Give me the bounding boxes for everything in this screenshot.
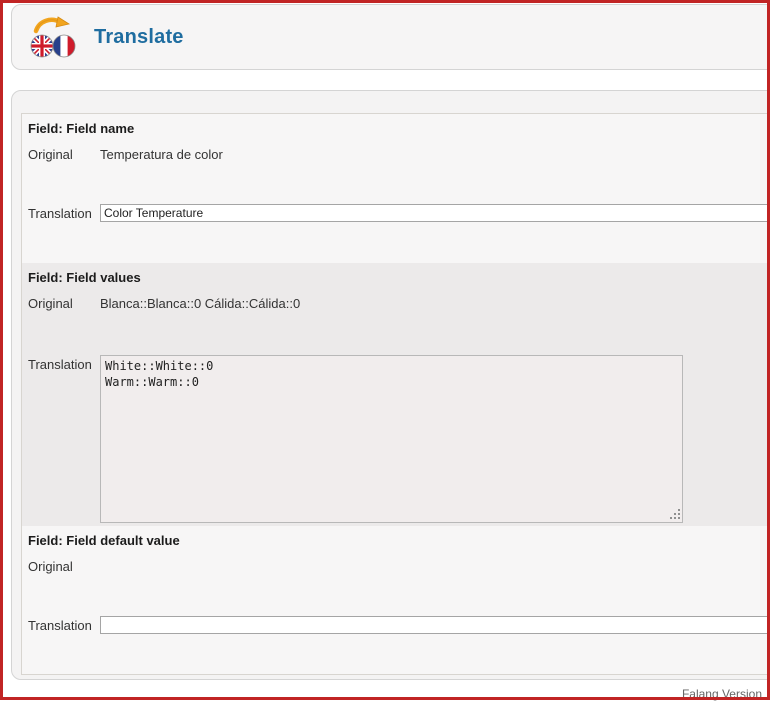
translate-flags-icon <box>29 16 77 60</box>
original-row: Original <box>28 557 770 616</box>
translation-row: Translation <box>28 616 770 634</box>
original-label: Original <box>28 557 100 574</box>
section-heading: Field: Field values <box>28 270 770 285</box>
original-row: Original Temperatura de color <box>28 145 770 204</box>
translation-label: Translation <box>28 616 100 633</box>
original-label: Original <box>28 145 100 162</box>
header-panel: Translate <box>11 4 770 70</box>
translation-fieldset: Field: Field name Original Temperatura d… <box>21 113 770 675</box>
field-values-translation-textarea[interactable]: White::White::0 Warm::Warm::0 <box>100 355 683 523</box>
translation-label: Translation <box>28 355 100 372</box>
translation-row: Translation White::White::0 Warm::Warm::… <box>28 355 770 523</box>
section-field-default-value: Field: Field default value Original Tran… <box>22 526 770 674</box>
field-default-value-translation-input[interactable] <box>100 616 770 634</box>
field-name-translation-input[interactable] <box>100 204 770 222</box>
original-row: Original Blanca::Blanca::0 Cálida::Cálid… <box>28 294 770 355</box>
translation-form-panel: Field: Field name Original Temperatura d… <box>11 90 770 680</box>
page-title: Translate <box>94 26 184 49</box>
translation-row: Translation <box>28 204 770 222</box>
original-value: Temperatura de color <box>100 145 223 162</box>
original-label: Original <box>28 294 100 311</box>
original-value: Blanca::Blanca::0 Cálida::Cálida::0 <box>100 294 300 311</box>
section-field-name: Field: Field name Original Temperatura d… <box>22 114 770 263</box>
section-heading: Field: Field default value <box>28 533 770 548</box>
section-field-values: Field: Field values Original Blanca::Bla… <box>22 263 770 526</box>
section-heading: Field: Field name <box>28 121 770 136</box>
textarea-wrap: White::White::0 Warm::Warm::0 <box>100 355 683 523</box>
translation-label: Translation <box>28 204 100 221</box>
textarea-resize-handle[interactable] <box>678 517 680 519</box>
version-text: Falang Version <box>682 687 762 701</box>
